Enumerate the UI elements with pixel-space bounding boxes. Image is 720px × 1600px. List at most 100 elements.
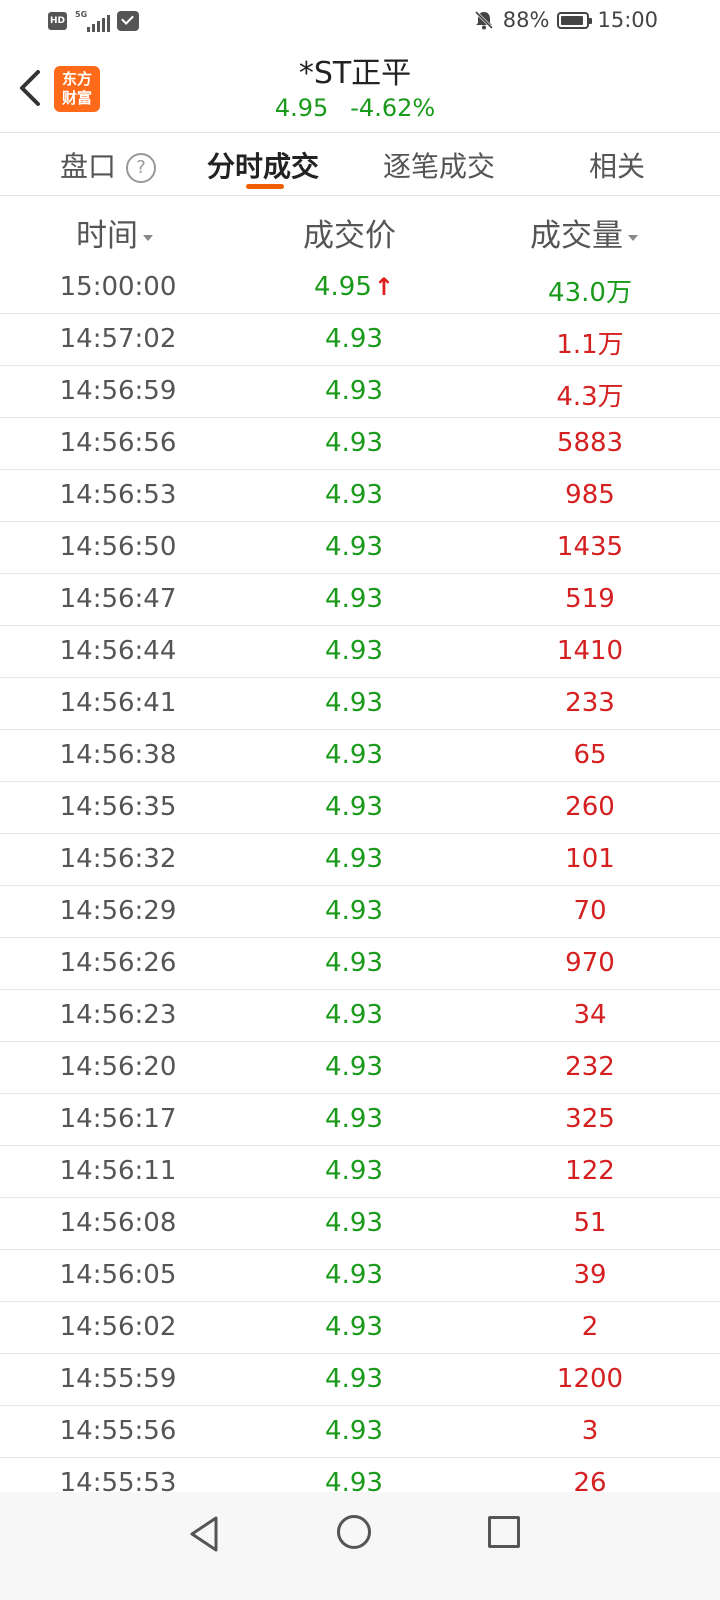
battery-icon bbox=[557, 11, 593, 29]
battery-percent: 88% bbox=[502, 8, 550, 32]
nav-recents-square-icon[interactable] bbox=[488, 1516, 520, 1548]
table-row: 14:56:47 4.93 519 bbox=[0, 574, 720, 626]
trade-volume: 260 bbox=[565, 792, 615, 822]
table-row: 14:56:17 4.93 325 bbox=[0, 1094, 720, 1146]
table-row: 14:55:59 4.93 1200 bbox=[0, 1354, 720, 1406]
trade-price-value: 4.93 bbox=[325, 324, 383, 354]
trade-volume: 101 bbox=[565, 844, 615, 874]
trade-price: 4.93 bbox=[236, 1208, 472, 1238]
trade-time: 14:56:08 bbox=[59, 1208, 177, 1238]
trade-price: 4.93 bbox=[236, 1156, 472, 1186]
trade-list[interactable]: 15:00:00 4.95↑ 43.0万 14:57:02 4.93 1.1万 14:56:… bbox=[0, 262, 720, 1492]
trade-volume: 122 bbox=[565, 1156, 615, 1186]
trade-price-value: 4.93 bbox=[325, 584, 383, 614]
trade-volume: 65 bbox=[573, 740, 607, 770]
trade-time: 14:56:26 bbox=[59, 948, 177, 978]
table-row: 14:56:38 4.93 65 bbox=[0, 730, 720, 782]
stock-quote: 4.95 -4.62% bbox=[0, 94, 710, 122]
nav-back-triangle-icon[interactable] bbox=[186, 1514, 222, 1554]
table-row: 14:56:23 4.93 34 bbox=[0, 990, 720, 1042]
table-row: 14:56:32 4.93 101 bbox=[0, 834, 720, 886]
trade-price-value: 4.93 bbox=[325, 1260, 383, 1290]
status-right: 88% 15:00 bbox=[473, 8, 658, 32]
trade-time: 14:56:20 bbox=[59, 1052, 177, 1082]
col-price-label: 成交价 bbox=[303, 218, 396, 254]
trade-time: 14:56:32 bbox=[59, 844, 177, 874]
trade-price-value: 4.93 bbox=[325, 636, 383, 666]
trade-price-value: 4.93 bbox=[325, 532, 383, 562]
tab-fenshi[interactable]: 分时成交 bbox=[207, 145, 319, 185]
trade-price: 4.93 bbox=[236, 428, 472, 458]
trade-time: 14:56:53 bbox=[59, 480, 177, 510]
trade-price-value: 4.95 bbox=[314, 272, 372, 302]
trade-volume: 3 bbox=[581, 1416, 599, 1446]
trade-price: 4.93 bbox=[236, 1052, 472, 1082]
stock-header: 东方 财富 *ST正平 4.95 -4.62% bbox=[0, 44, 720, 132]
table-header: 时间 成交价 成交量 bbox=[0, 196, 720, 262]
table-row: 14:56:26 4.93 970 bbox=[0, 938, 720, 990]
trade-volume: 1200 bbox=[556, 1364, 624, 1394]
table-row: 14:56:53 4.93 985 bbox=[0, 470, 720, 522]
table-row: 14:56:02 4.93 2 bbox=[0, 1302, 720, 1354]
col-volume[interactable]: 成交量 bbox=[530, 210, 638, 255]
sort-caret-down-icon bbox=[628, 234, 638, 241]
tab-bar: 盘口? 分时成交 逐笔成交 相关 bbox=[0, 133, 720, 195]
trade-volume: 1.1万 bbox=[556, 330, 624, 360]
trade-price-value: 4.93 bbox=[325, 1208, 383, 1238]
trade-time: 14:56:35 bbox=[59, 792, 177, 822]
table-row: 14:56:35 4.93 260 bbox=[0, 782, 720, 834]
active-tab-indicator bbox=[246, 184, 284, 189]
trade-volume: 34 bbox=[573, 1000, 607, 1030]
stock-name: *ST正平 bbox=[298, 56, 412, 91]
trade-price-value: 4.93 bbox=[325, 688, 383, 718]
table-row: 14:56:44 4.93 1410 bbox=[0, 626, 720, 678]
trade-time: 14:56:38 bbox=[59, 740, 177, 770]
table-row: 14:56:50 4.93 1435 bbox=[0, 522, 720, 574]
col-time[interactable]: 时间 bbox=[76, 210, 153, 255]
trade-price: 4.93 bbox=[236, 1104, 472, 1134]
trade-price-value: 4.93 bbox=[325, 1052, 383, 1082]
status-bar: HD 5G 88% 15:00 bbox=[0, 0, 720, 44]
table-row: 14:56:56 4.93 5883 bbox=[0, 418, 720, 470]
trade-volume: 26 bbox=[573, 1468, 607, 1492]
question-circle-icon[interactable]: ? bbox=[126, 153, 157, 183]
trade-price: 4.95↑ bbox=[236, 272, 472, 302]
hd-icon: HD bbox=[48, 12, 67, 30]
trade-time: 14:56:23 bbox=[59, 1000, 177, 1030]
trade-price: 4.93 bbox=[236, 532, 472, 562]
stock-change-percent: -4.62% bbox=[350, 94, 436, 122]
trade-volume: 1410 bbox=[556, 636, 624, 666]
trade-price-value: 4.93 bbox=[325, 896, 383, 926]
trade-price: 4.93 bbox=[236, 480, 472, 510]
table-row: 14:56:11 4.93 122 bbox=[0, 1146, 720, 1198]
table-row: 14:57:02 4.93 1.1万 bbox=[0, 314, 720, 366]
trade-volume: 2 bbox=[581, 1312, 599, 1342]
message-icon bbox=[117, 11, 139, 31]
sort-caret-down-icon bbox=[143, 234, 153, 241]
tab-zhubi[interactable]: 逐笔成交 bbox=[383, 145, 495, 185]
trade-time: 15:00:00 bbox=[59, 272, 177, 302]
trade-time: 14:56:56 bbox=[59, 428, 177, 458]
nav-home-circle-icon[interactable] bbox=[337, 1515, 371, 1549]
trade-time: 14:56:17 bbox=[59, 1104, 177, 1134]
table-row: 15:00:00 4.95↑ 43.0万 bbox=[0, 262, 720, 314]
tab-xiangguan[interactable]: 相关 bbox=[589, 145, 645, 185]
trade-price: 4.93 bbox=[236, 1260, 472, 1290]
trade-volume: 970 bbox=[565, 948, 615, 978]
trade-price-value: 4.93 bbox=[325, 428, 383, 458]
trade-price-value: 4.93 bbox=[325, 1468, 383, 1492]
trade-volume: 43.0万 bbox=[548, 278, 632, 308]
trade-volume: 51 bbox=[573, 1208, 607, 1238]
trade-time: 14:56:59 bbox=[59, 376, 177, 406]
col-price: 成交价 bbox=[303, 210, 396, 255]
tab-pankou[interactable]: 盘口? bbox=[60, 145, 157, 185]
trade-price-value: 4.93 bbox=[325, 740, 383, 770]
trade-price: 4.93 bbox=[236, 376, 472, 406]
mute-bell-icon bbox=[474, 10, 493, 30]
stock-price: 4.95 bbox=[274, 94, 329, 122]
trade-time: 14:56:44 bbox=[59, 636, 177, 666]
trade-volume: 519 bbox=[565, 584, 615, 614]
col-time-label: 时间 bbox=[76, 218, 138, 254]
table-row: 14:56:20 4.93 232 bbox=[0, 1042, 720, 1094]
trade-price-value: 4.93 bbox=[325, 844, 383, 874]
